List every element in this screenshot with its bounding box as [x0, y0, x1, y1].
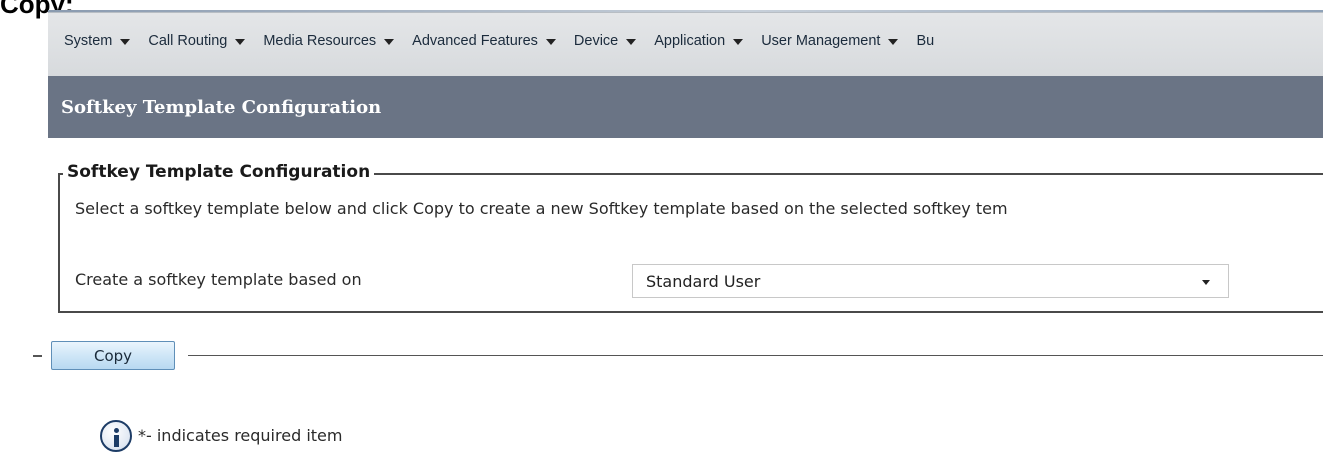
page-title: Softkey Template Configuration: [61, 97, 382, 118]
button-row-divider: [188, 355, 1323, 356]
chevron-down-icon: [545, 39, 556, 45]
chevron-down-icon: [1202, 280, 1210, 285]
menu-item-label: Bu: [916, 33, 935, 49]
menu-device[interactable]: Device: [573, 33, 637, 49]
menu-item-label: Device: [573, 33, 619, 49]
chevron-down-icon: [384, 39, 395, 45]
required-item-note: *- indicates required item: [138, 426, 343, 445]
menu-item-label: Application: [654, 33, 726, 49]
template-select-label: Create a softkey template based on: [75, 270, 362, 289]
menu-item-label: Advanced Features: [412, 33, 538, 49]
menu-advanced-features[interactable]: Advanced Features: [412, 33, 556, 49]
chevron-down-icon: [120, 39, 131, 45]
template-select-value: Standard User: [646, 272, 761, 291]
info-icon: [100, 420, 132, 452]
page-title-bar: Softkey Template Configuration: [48, 76, 1323, 138]
main-menu-bar: System Call Routing Media Resources Advance…: [48, 12, 1323, 77]
menu-application[interactable]: Application: [654, 33, 744, 49]
menu-media-resources[interactable]: Media Resources: [263, 33, 395, 49]
copy-button[interactable]: Copy: [51, 341, 175, 370]
chevron-down-icon: [733, 39, 744, 45]
menu-call-routing[interactable]: Call Routing: [148, 33, 246, 49]
menu-item-label: System: [64, 33, 113, 49]
chevron-down-icon: [888, 39, 899, 45]
menu-item-label: User Management: [761, 33, 881, 49]
menu-item-label: Media Resources: [263, 33, 377, 49]
button-row-divider-left: [33, 355, 42, 357]
template-select[interactable]: Standard User: [632, 264, 1229, 298]
menu-items: System Call Routing Media Resources Advance…: [64, 33, 952, 49]
chevron-down-icon: [235, 39, 246, 45]
fieldset-legend: Softkey Template Configuration: [63, 160, 375, 184]
menu-user-management[interactable]: User Management: [761, 33, 899, 49]
menu-item-label: Call Routing: [148, 33, 228, 49]
section-description: Select a softkey template below and clic…: [75, 199, 1008, 218]
chevron-down-icon: [626, 39, 637, 45]
menu-system[interactable]: System: [64, 33, 131, 49]
menu-bulk-administration[interactable]: Bu: [916, 33, 934, 49]
